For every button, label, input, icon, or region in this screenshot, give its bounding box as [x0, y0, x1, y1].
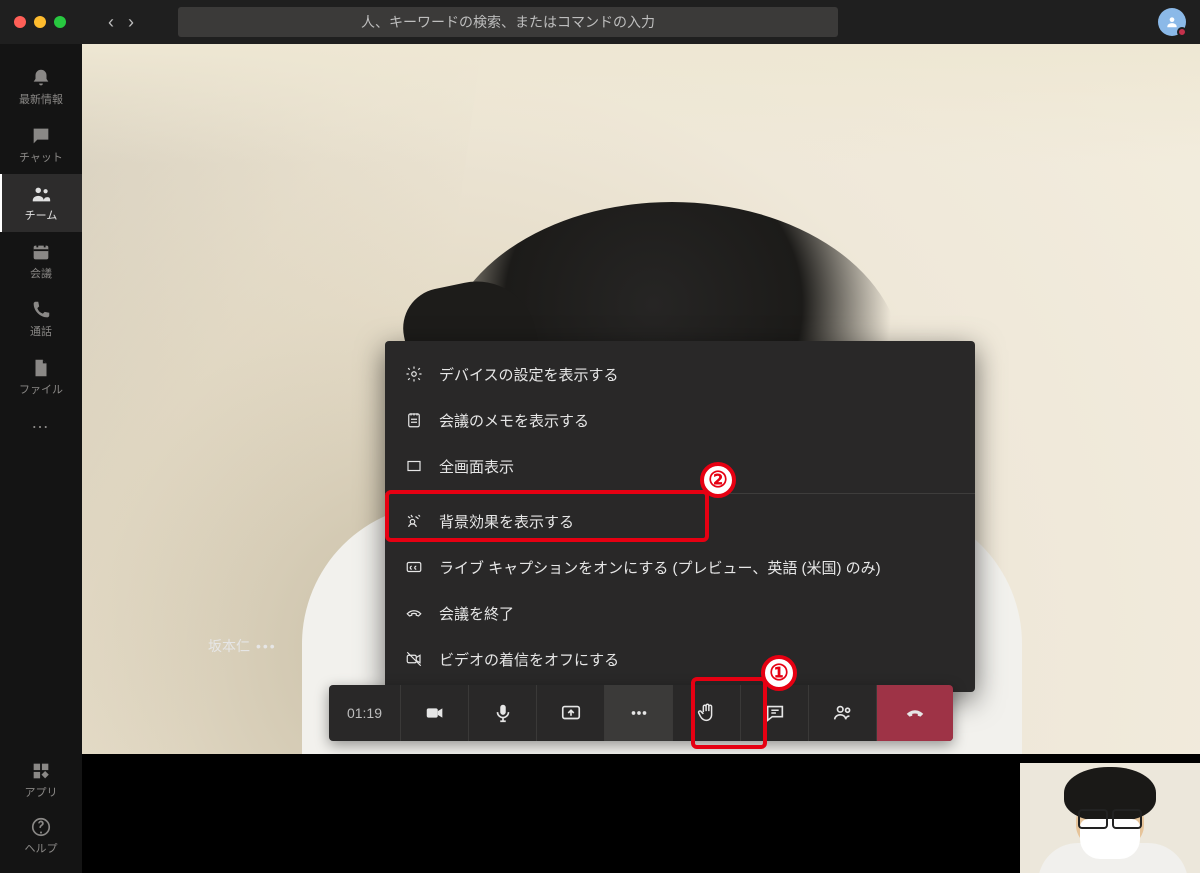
rail-apps[interactable]: アプリ: [0, 755, 82, 805]
profile-avatar[interactable]: [1158, 8, 1186, 36]
share-icon: [560, 702, 582, 724]
rail-more[interactable]: …: [31, 412, 51, 433]
participant-name-label: 坂本仁 •••: [208, 636, 277, 656]
toggle-mic-button[interactable]: [469, 685, 537, 741]
meeting-toolbar: 01:19: [329, 685, 953, 741]
rail-chat-label: チャット: [19, 149, 63, 165]
gear-icon: [405, 365, 423, 383]
menu-background-effects[interactable]: 背景効果を表示する: [385, 498, 975, 544]
more-actions-button[interactable]: [605, 685, 673, 741]
show-participants-button[interactable]: [809, 685, 877, 741]
rail-calls-label: 通話: [30, 323, 52, 339]
presence-indicator: [1177, 27, 1187, 37]
menu-background-effects-label: 背景効果を表示する: [439, 511, 574, 532]
menu-live-captions[interactable]: ライブ キャプションをオンにする (プレビュー、英語 (米国) のみ): [385, 544, 975, 590]
titlebar: ‹ › 人、キーワードの検索、またはコマンドの入力: [0, 0, 1200, 44]
raise-hand-button[interactable]: [673, 685, 741, 741]
more-icon: [628, 702, 650, 724]
rail-apps-label: アプリ: [25, 784, 58, 800]
fullscreen-icon: [405, 457, 423, 475]
raise-hand-icon: [696, 702, 718, 724]
rail-chat[interactable]: チャット: [0, 116, 82, 174]
rail-calls[interactable]: 通話: [0, 290, 82, 348]
rail-teams-label: チーム: [25, 207, 58, 223]
menu-fullscreen-label: 全画面表示: [439, 456, 514, 477]
menu-end-meeting-label: 会議を終了: [439, 603, 514, 624]
window-controls: [14, 16, 66, 28]
chat-icon: [764, 702, 786, 724]
hangup-icon: [904, 702, 926, 724]
menu-live-captions-label: ライブ キャプションをオンにする (プレビュー、英語 (米国) のみ): [439, 557, 881, 578]
rail-calendar-label: 会議: [30, 265, 52, 281]
close-window-icon[interactable]: [14, 16, 26, 28]
participants-icon: [832, 702, 854, 724]
toggle-camera-button[interactable]: [401, 685, 469, 741]
rail-calendar[interactable]: 会議: [0, 232, 82, 290]
menu-device-settings[interactable]: デバイスの設定を表示する: [385, 351, 975, 397]
hang-up-button[interactable]: [877, 685, 953, 741]
camera-icon: [424, 702, 446, 724]
participant-more-button[interactable]: •••: [256, 638, 277, 654]
meeting-stage: 坂本仁 ••• デバイスの設定を表示する 会議のメモを表示する 全画面表示: [82, 44, 1200, 873]
video-off-icon: [405, 650, 423, 668]
menu-device-settings-label: デバイスの設定を表示する: [439, 364, 619, 385]
rail-files-label: ファイル: [19, 381, 63, 397]
notes-icon: [405, 411, 423, 429]
menu-end-meeting[interactable]: 会議を終了: [385, 590, 975, 636]
nav-forward-button[interactable]: ›: [128, 12, 134, 33]
captions-icon: [405, 558, 423, 576]
menu-separator: [385, 493, 975, 494]
minimize-window-icon[interactable]: [34, 16, 46, 28]
search-input[interactable]: 人、キーワードの検索、またはコマンドの入力: [178, 7, 838, 37]
menu-incoming-video-off[interactable]: ビデオの着信をオフにする: [385, 636, 975, 682]
rail-help[interactable]: ヘルプ: [0, 811, 82, 861]
menu-fullscreen[interactable]: 全画面表示: [385, 443, 975, 489]
share-screen-button[interactable]: [537, 685, 605, 741]
more-actions-menu: デバイスの設定を表示する 会議のメモを表示する 全画面表示 背景効果を表示する: [385, 341, 975, 692]
microphone-icon: [492, 702, 514, 724]
app-rail: 最新情報 チャット チーム 会議 通話 ファイル …: [0, 44, 82, 873]
show-chat-button[interactable]: [741, 685, 809, 741]
self-view[interactable]: [1020, 763, 1200, 873]
nav-back-button[interactable]: ‹: [108, 12, 114, 33]
rail-activity[interactable]: 最新情報: [0, 58, 82, 116]
menu-meeting-notes-label: 会議のメモを表示する: [439, 410, 589, 431]
rail-activity-label: 最新情報: [19, 91, 63, 107]
background-effects-icon: [405, 512, 423, 530]
maximize-window-icon[interactable]: [54, 16, 66, 28]
menu-meeting-notes[interactable]: 会議のメモを表示する: [385, 397, 975, 443]
end-call-icon: [405, 604, 423, 622]
rail-teams[interactable]: チーム: [0, 174, 82, 232]
rail-files[interactable]: ファイル: [0, 348, 82, 406]
call-timer: 01:19: [329, 685, 401, 741]
rail-help-label: ヘルプ: [25, 840, 58, 856]
menu-incoming-video-off-label: ビデオの着信をオフにする: [439, 649, 619, 670]
